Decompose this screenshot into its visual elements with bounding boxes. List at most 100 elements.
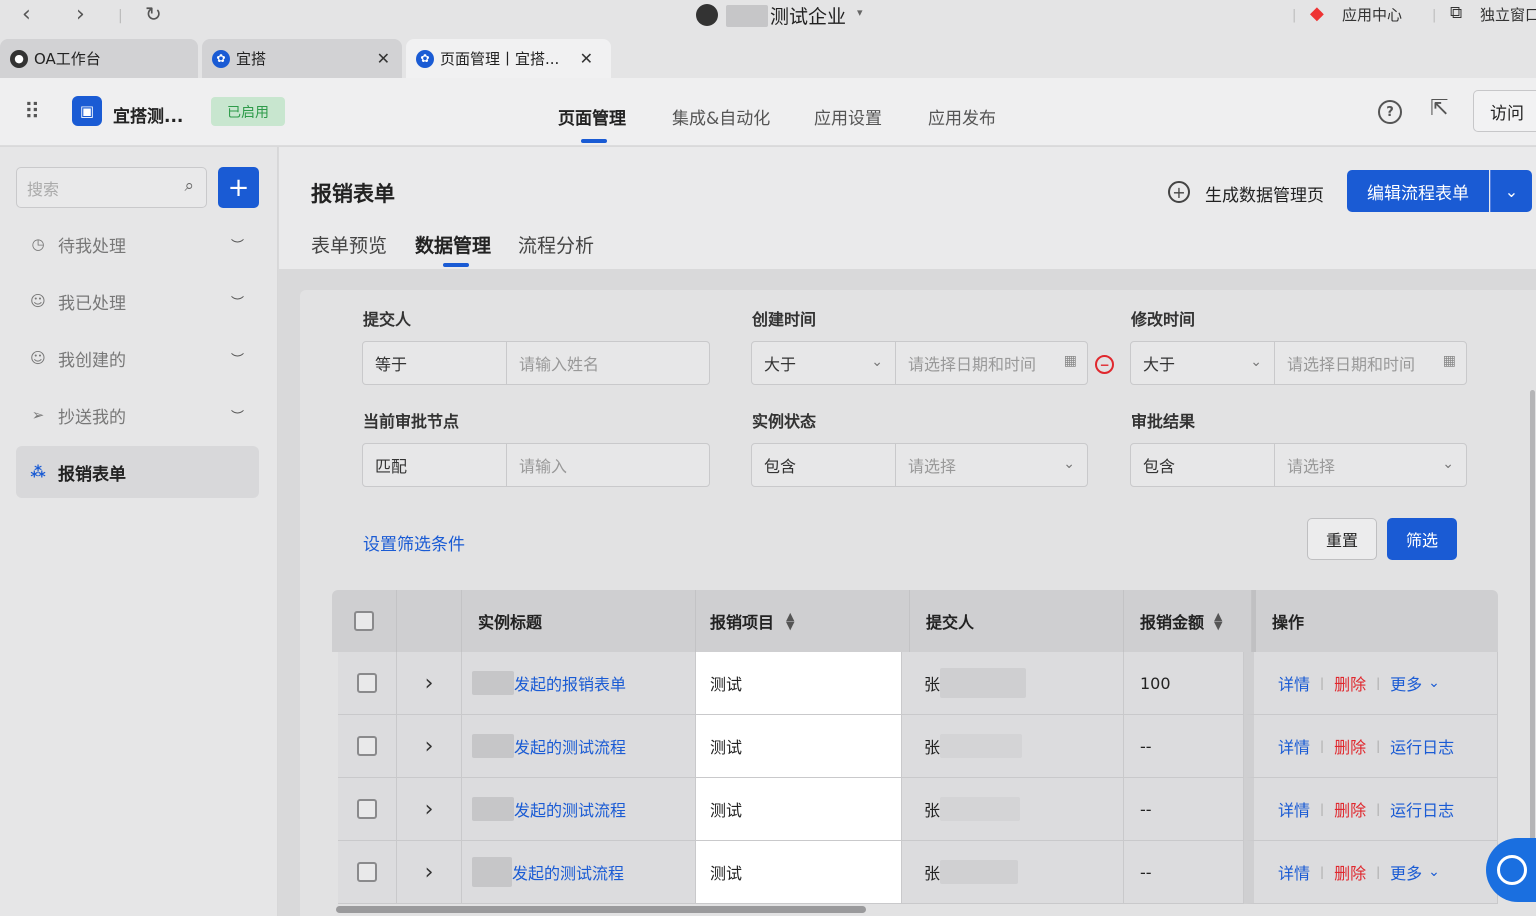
standalone-window-link[interactable]: 独立窗口 — [1480, 4, 1536, 25]
delete-link[interactable]: 删除 — [1334, 734, 1366, 758]
detail-link[interactable]: 详情 — [1278, 797, 1310, 821]
nav-app-settings[interactable]: 应用设置 — [814, 104, 882, 129]
app-name[interactable]: 宜搭测... — [113, 102, 183, 127]
sidebar-item-processed[interactable]: ☺ 我已处理 ︶ — [16, 275, 259, 327]
result-select[interactable]: 请选择 ⌄ — [1275, 444, 1466, 486]
subtab-data-management[interactable]: 数据管理 — [415, 231, 491, 258]
chevron-right-icon[interactable]: › — [397, 778, 462, 841]
app-grid-icon[interactable]: ⠿ — [24, 100, 40, 125]
operator-select[interactable]: 包含 — [1131, 444, 1275, 486]
column-header-title: 实例标题 — [462, 590, 696, 652]
instance-title-link[interactable]: 发起的报销表单 — [514, 671, 626, 695]
more-link[interactable]: 更多 — [1390, 860, 1422, 884]
row-checkbox[interactable] — [357, 799, 377, 819]
tab-yida[interactable]: ✿ 宜搭 ✕ — [202, 39, 402, 78]
select-all-checkbox[interactable] — [354, 611, 374, 631]
reload-icon[interactable]: ↻ — [145, 2, 162, 26]
state-select[interactable]: 请选择 ⌄ — [896, 444, 1087, 486]
delete-link[interactable]: 删除 — [1334, 797, 1366, 821]
app-center-icon[interactable]: ◆ — [1310, 3, 1324, 24]
node-input[interactable]: 请输入 — [507, 444, 709, 486]
chevron-right-icon[interactable]: › — [397, 841, 462, 904]
app-center-link[interactable]: 应用中心 — [1342, 4, 1402, 25]
forward-icon[interactable]: › — [76, 2, 85, 27]
select-placeholder: 请选择 — [1287, 457, 1336, 476]
chevron-right-icon[interactable]: › — [397, 715, 462, 778]
generate-data-page-button[interactable]: 生成数据管理页 — [1205, 181, 1324, 206]
caret-down-icon[interactable]: ▾ — [857, 6, 863, 19]
close-icon[interactable]: ✕ — [580, 49, 593, 68]
chevron-down-icon[interactable]: ⌄ — [1428, 864, 1440, 880]
search-box[interactable]: 搜索 ⌕ — [16, 167, 207, 208]
item-cell: 测试 — [696, 778, 902, 841]
sidebar-item-cc[interactable]: ➢ 抄送我的 ︶ — [16, 389, 259, 441]
row-checkbox[interactable] — [357, 673, 377, 693]
visit-button[interactable]: 访问 — [1473, 90, 1536, 132]
run-log-link[interactable]: 运行日志 — [1390, 734, 1454, 758]
column-header-amount[interactable]: 报销金额 ▲ ▼ — [1124, 590, 1252, 652]
external-link-icon[interactable]: ⇱ — [1430, 96, 1448, 121]
submitter-input[interactable]: 请输入姓名 — [507, 342, 709, 384]
search-icon[interactable]: ⌕ — [184, 176, 194, 196]
eye-closed-icon[interactable]: ︶ — [231, 406, 244, 425]
vertical-scrollbar[interactable] — [1530, 390, 1535, 850]
operator-select[interactable]: 大于 ⌄ — [1131, 342, 1275, 384]
company-name[interactable]: 测试企业 — [770, 2, 846, 29]
chevron-down-icon[interactable]: ⌄ — [1490, 170, 1532, 212]
eye-closed-icon[interactable]: ︶ — [231, 235, 244, 254]
detail-link[interactable]: 详情 — [1278, 860, 1310, 884]
calendar-icon: ▦ — [1438, 353, 1456, 369]
sidebar-item-expense-form[interactable]: ⁂ 报销表单 — [16, 446, 259, 498]
nav-page-management[interactable]: 页面管理 — [558, 104, 626, 129]
operator-select[interactable]: 包含 — [752, 444, 896, 486]
column-header-item[interactable]: 报销项目 ▲ ▼ — [696, 590, 910, 652]
chevron-right-icon[interactable]: › — [397, 652, 462, 715]
run-log-link[interactable]: 运行日志 — [1390, 797, 1454, 821]
date-picker[interactable]: 请选择日期和时间 ▦ — [896, 342, 1087, 384]
filter-node: 匹配 请输入 — [362, 443, 710, 487]
operator-select[interactable]: 等于 — [363, 342, 507, 384]
remove-circle-icon[interactable]: − — [1095, 355, 1114, 374]
sort-icon[interactable]: ▲ ▼ — [786, 611, 794, 631]
detail-link[interactable]: 详情 — [1278, 671, 1310, 695]
add-circle-icon[interactable]: + — [1168, 181, 1190, 203]
tab-oa-workbench[interactable]: ● OA工作台 — [0, 39, 198, 78]
set-filter-conditions-link[interactable]: 设置筛选条件 — [363, 530, 465, 555]
edit-flow-form-button[interactable]: 编辑流程表单 — [1347, 170, 1489, 212]
delete-link[interactable]: 删除 — [1334, 860, 1366, 884]
column-header-label: 报销金额 — [1140, 613, 1205, 632]
eye-closed-icon[interactable]: ︶ — [231, 349, 244, 368]
tab-page-management[interactable]: ✿ 页面管理丨宜搭... ✕ — [406, 39, 611, 78]
row-checkbox[interactable] — [357, 736, 377, 756]
eye-closed-icon[interactable]: ︶ — [231, 292, 244, 311]
nav-integration[interactable]: 集成&自动化 — [672, 104, 770, 129]
nav-app-publish[interactable]: 应用发布 — [928, 104, 996, 129]
reset-button[interactable]: 重置 — [1307, 518, 1377, 560]
date-placeholder: 请选择日期和时间 — [1287, 355, 1416, 374]
horizontal-scrollbar[interactable] — [336, 906, 866, 913]
operator-select[interactable]: 大于 ⌄ — [752, 342, 896, 384]
popout-window-icon[interactable]: ⧉ — [1450, 3, 1462, 23]
instance-title-link[interactable]: 发起的测试流程 — [514, 797, 626, 821]
instance-title-link[interactable]: 发起的测试流程 — [512, 860, 624, 884]
date-picker[interactable]: 请选择日期和时间 ▦ — [1275, 342, 1466, 384]
add-button[interactable]: + — [218, 167, 259, 208]
sidebar-item-pending[interactable]: ◷ 待我处理 ︶ — [16, 218, 259, 270]
subtab-form-preview[interactable]: 表单预览 — [311, 231, 387, 258]
chevron-down-icon[interactable]: ⌄ — [1428, 675, 1440, 691]
instance-title-link[interactable]: 发起的测试流程 — [514, 734, 626, 758]
help-icon[interactable]: ? — [1378, 100, 1402, 124]
detail-link[interactable]: 详情 — [1278, 734, 1310, 758]
more-link[interactable]: 更多 — [1390, 671, 1422, 695]
calendar-icon: ▦ — [1059, 353, 1077, 369]
back-icon[interactable]: ‹ — [22, 2, 31, 27]
toolbar-divider: | — [118, 8, 123, 24]
row-checkbox[interactable] — [357, 862, 377, 882]
filter-button[interactable]: 筛选 — [1387, 518, 1457, 560]
delete-link[interactable]: 删除 — [1334, 671, 1366, 695]
subtab-flow-analysis[interactable]: 流程分析 — [518, 231, 594, 258]
close-icon[interactable]: ✕ — [377, 49, 390, 68]
sort-icon[interactable]: ▲ ▼ — [1214, 611, 1222, 631]
sidebar-item-created[interactable]: ☺ 我创建的 ︶ — [16, 332, 259, 384]
operator-select[interactable]: 匹配 — [363, 444, 507, 486]
